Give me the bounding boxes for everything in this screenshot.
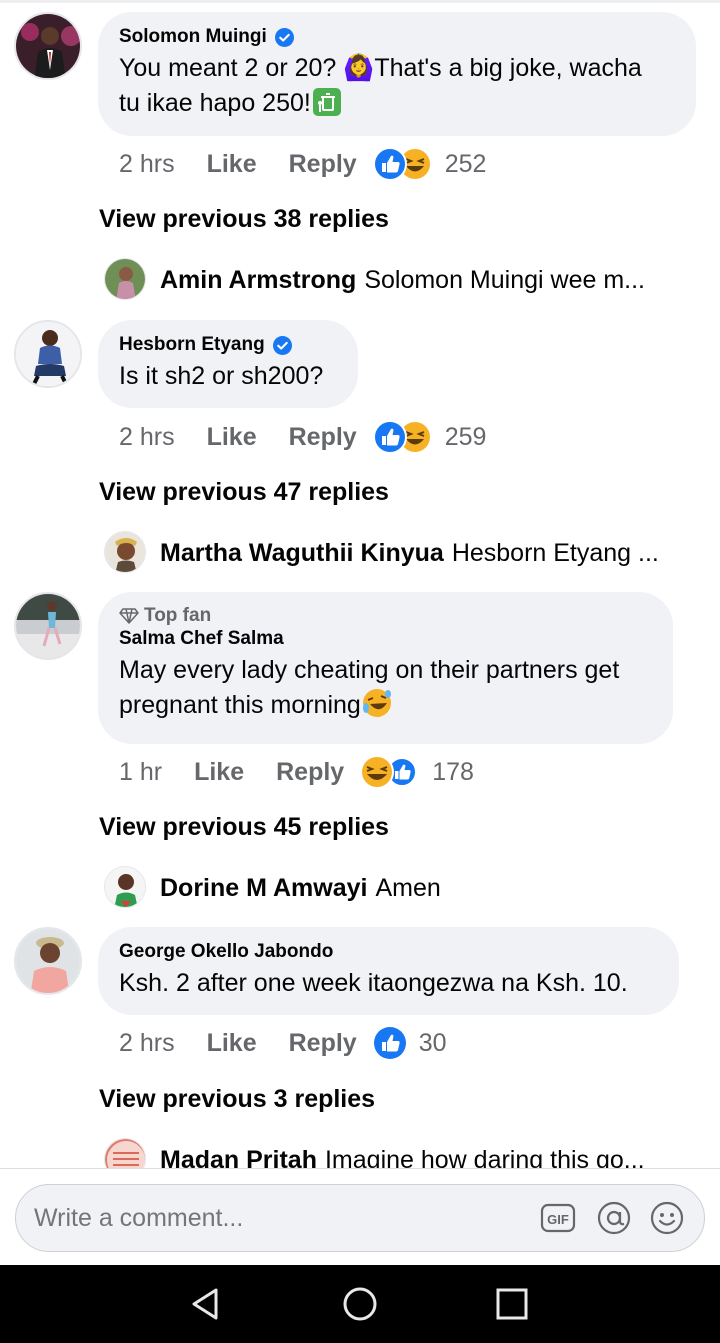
latest-reply[interactable]: Amin Armstrong Solomon Muingi wee m... <box>160 260 680 300</box>
avatar[interactable] <box>14 927 82 995</box>
back-nav-icon[interactable] <box>186 1284 226 1324</box>
reaction-count: 30 <box>418 1028 447 1057</box>
view-previous-replies-link[interactable]: View previous 45 replies <box>99 810 389 844</box>
reply-button[interactable]: Reply <box>289 1029 357 1058</box>
reply-text: Amen <box>375 874 441 902</box>
comment-text: Is it sh2 or sh200? <box>119 362 324 390</box>
comment-time[interactable]: 1 hr <box>119 758 162 787</box>
latest-reply[interactable]: Madan Pritah Imagine how daring this go..… <box>160 1140 680 1168</box>
comment-bubble[interactable]: George Okello Jabondo Ksh. 2 after one w… <box>98 927 679 1015</box>
reply-button[interactable]: Reply <box>289 423 357 452</box>
like-button[interactable]: Like <box>207 150 257 179</box>
avatar[interactable] <box>14 320 82 388</box>
recents-nav-icon[interactable] <box>492 1284 532 1324</box>
comment-author[interactable]: George Okello Jabondo <box>119 941 333 963</box>
diamond-icon <box>119 608 139 624</box>
view-previous-replies-link[interactable]: View previous 3 replies <box>99 1082 375 1116</box>
avatar[interactable] <box>14 592 82 660</box>
home-nav-icon[interactable] <box>340 1284 380 1324</box>
like-button[interactable]: Like <box>207 1029 257 1058</box>
comment-actions: 1 hr Like Reply 178 <box>119 755 474 789</box>
latest-reply[interactable]: Dorine M Amwayi Amen <box>160 868 680 908</box>
reactions-summary[interactable]: 252 <box>372 147 487 181</box>
reply-text: Imagine how daring this go... <box>324 1146 645 1168</box>
comment-composer[interactable]: GIF <box>15 1184 705 1252</box>
reaction-count: 178 <box>432 757 474 786</box>
comment-bubble[interactable]: Hesborn Etyang Is it sh2 or sh200? <box>98 320 358 408</box>
reply-author[interactable]: Martha Waguthii Kinyua <box>160 539 444 567</box>
comment-text: May every lady cheating on their partner… <box>119 656 620 719</box>
comment-time[interactable]: 2 hrs <box>119 1029 175 1058</box>
reply-button[interactable]: Reply <box>289 150 357 179</box>
comment-actions: 2 hrs Like Reply 252 <box>119 147 486 181</box>
comment-author[interactable]: Salma Chef Salma <box>119 628 284 650</box>
reply-avatar[interactable] <box>104 866 146 908</box>
comment-time[interactable]: 2 hrs <box>119 423 175 452</box>
reply-avatar[interactable] <box>104 1138 146 1168</box>
avatar[interactable] <box>14 12 82 80</box>
reply-text: Hesborn Etyang ... <box>451 539 659 567</box>
comment-input[interactable] <box>34 1185 484 1251</box>
rofl-emoji-icon <box>362 689 391 717</box>
view-previous-replies-link[interactable]: View previous 38 replies <box>99 202 389 236</box>
comment-actions: 2 hrs Like Reply 30 <box>119 1026 447 1060</box>
reactions-summary[interactable]: 259 <box>372 420 487 454</box>
reaction-count: 259 <box>444 422 487 451</box>
svg-text:GIF: GIF <box>547 1212 569 1227</box>
comment-author[interactable]: Solomon Muingi <box>119 26 267 48</box>
comment-composer-bar: GIF <box>0 1168 720 1265</box>
latest-reply[interactable]: Martha Waguthii Kinyua Hesborn Etyang ... <box>160 533 680 573</box>
view-previous-replies-link[interactable]: View previous 47 replies <box>99 475 389 509</box>
gif-icon[interactable]: GIF <box>540 1200 576 1236</box>
like-haha-reaction-icons <box>372 420 430 454</box>
reactions-summary[interactable]: 178 <box>360 755 474 789</box>
trash-can-emoji-icon <box>312 88 341 116</box>
system-navigation-bar <box>0 1265 720 1343</box>
haha-like-reaction-icons <box>360 755 418 789</box>
reply-avatar[interactable] <box>104 258 146 300</box>
comment-bubble[interactable]: Solomon Muingi You meant 2 or 20? 🙆‍♀️Th… <box>98 12 696 136</box>
verified-badge-icon <box>272 335 292 355</box>
reply-text: Solomon Muingi wee m... <box>364 266 645 294</box>
comment-bubble[interactable]: Top fan Salma Chef Salma May every lady … <box>98 592 673 744</box>
comments-feed[interactable]: Solomon Muingi You meant 2 or 20? 🙆‍♀️Th… <box>0 0 720 1168</box>
like-reaction-icon <box>373 1027 406 1059</box>
like-haha-reaction-icons <box>372 147 430 181</box>
like-button[interactable]: Like <box>194 758 244 787</box>
emoji-icon[interactable] <box>649 1200 685 1236</box>
comment-text: You meant 2 or 20? 🙆‍♀️That's a big joke… <box>119 54 642 117</box>
reply-button[interactable]: Reply <box>276 758 344 787</box>
reactions-summary[interactable]: 30 <box>373 1026 447 1060</box>
comment-text: Ksh. 2 after one week itaongezwa na Ksh.… <box>119 969 628 997</box>
like-button[interactable]: Like <box>207 423 257 452</box>
verified-badge-icon <box>274 27 294 47</box>
comment-author[interactable]: Hesborn Etyang <box>119 334 265 356</box>
reply-avatar[interactable] <box>104 531 146 573</box>
comment-time[interactable]: 2 hrs <box>119 150 175 179</box>
mention-icon[interactable] <box>596 1200 632 1236</box>
comment-actions: 2 hrs Like Reply 259 <box>119 420 486 454</box>
reply-author[interactable]: Madan Pritah <box>160 1146 317 1168</box>
reaction-count: 252 <box>444 149 487 178</box>
reply-author[interactable]: Dorine M Amwayi <box>160 874 367 902</box>
reply-author[interactable]: Amin Armstrong <box>160 266 356 294</box>
top-fan-badge: Top fan <box>119 604 651 628</box>
